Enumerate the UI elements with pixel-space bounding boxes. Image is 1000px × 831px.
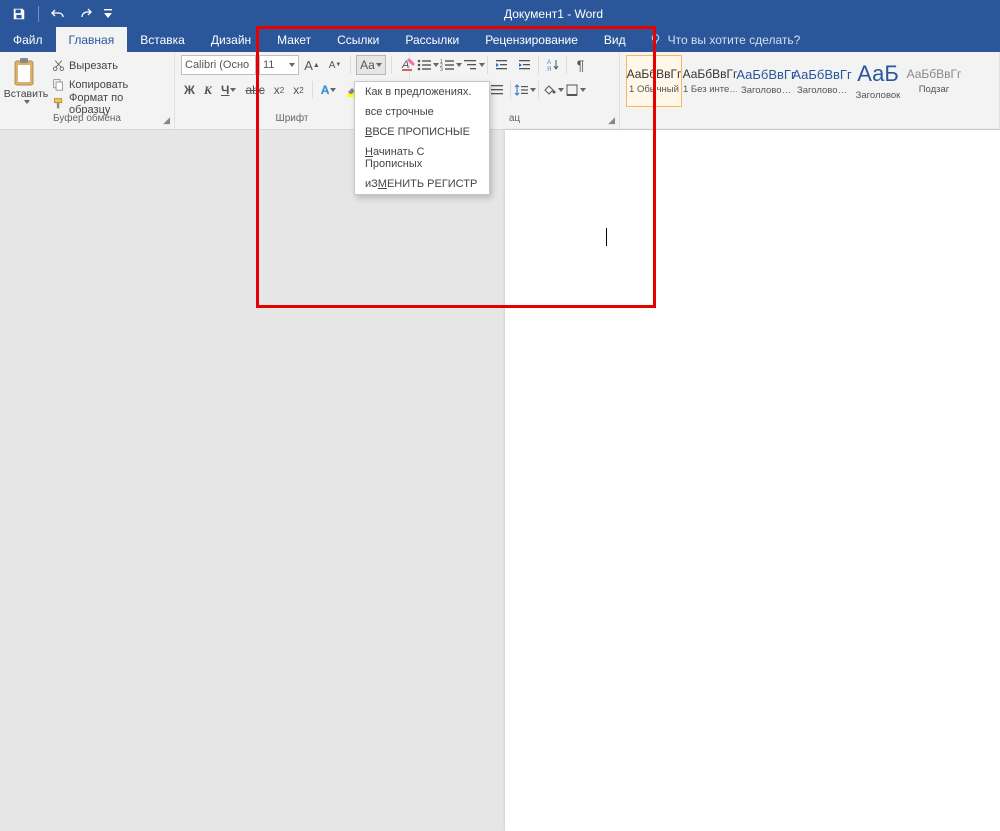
tab-mailings[interactable]: Рассылки — [392, 27, 472, 52]
paste-label: Вставить — [4, 88, 49, 100]
cut-label: Вырезать — [69, 60, 118, 72]
font-size-combo[interactable]: 11 — [259, 55, 299, 75]
style-normal[interactable]: АаБбВвГг1 Обычный — [626, 55, 682, 107]
grow-font-button[interactable]: A▲ — [302, 55, 322, 75]
separator — [566, 56, 567, 74]
tab-design[interactable]: Дизайн — [198, 27, 264, 52]
shading-button[interactable] — [541, 80, 564, 100]
document-title: Документ1 - Word — [115, 7, 1000, 21]
lightbulb-icon — [649, 33, 662, 46]
decrease-indent-button[interactable] — [490, 55, 513, 75]
shrink-font-button[interactable]: A▼ — [325, 55, 345, 75]
format-painter-label: Формат по образцу — [69, 92, 166, 116]
save-icon[interactable] — [6, 2, 32, 26]
tab-review[interactable]: Рецензирование — [472, 27, 591, 52]
style-title[interactable]: АаБЗаголовок — [850, 55, 906, 107]
bullets-button[interactable] — [416, 55, 439, 75]
cut-button[interactable]: Вырезать — [50, 57, 168, 74]
case-sentence[interactable]: Как в предложениях. — [355, 82, 489, 102]
paintbrush-icon — [52, 97, 65, 110]
multilevel-list-button[interactable] — [462, 55, 485, 75]
document-page[interactable] — [505, 130, 1000, 831]
scissors-icon — [52, 59, 65, 72]
separator — [487, 56, 488, 74]
sort-button[interactable]: AЯ — [541, 55, 564, 75]
clipboard-group-label: Буфер обмена — [53, 113, 121, 124]
bucket-icon — [542, 83, 557, 97]
document-background — [0, 130, 1000, 831]
superscript-button[interactable]: x2 — [290, 80, 306, 100]
separator — [510, 81, 511, 99]
font-group-label: Шрифт — [276, 113, 309, 124]
tab-home[interactable]: Главная — [56, 27, 128, 52]
copy-icon — [52, 78, 65, 91]
text-effects-button[interactable]: A — [318, 80, 340, 100]
italic-button[interactable]: К — [201, 80, 215, 100]
redo-icon[interactable] — [73, 2, 99, 26]
show-paragraph-marks-button[interactable]: ¶ — [569, 55, 592, 75]
style-subtitle[interactable]: АаБбВвГгПодзаг — [906, 55, 962, 107]
copy-button[interactable]: Копировать — [50, 76, 168, 93]
undo-icon[interactable] — [45, 2, 71, 26]
font-name-combo[interactable]: Calibri (Осно — [181, 55, 256, 75]
tab-layout[interactable]: Макет — [264, 27, 324, 52]
style-heading1[interactable]: АаБбВвГгЗаголово… — [738, 55, 794, 107]
borders-button[interactable] — [564, 80, 587, 100]
tell-me-search[interactable]: Что вы хотите сделать? — [639, 27, 801, 52]
qat-customize-icon[interactable] — [101, 2, 115, 26]
tab-file[interactable]: Файл — [0, 27, 56, 52]
svg-text:3: 3 — [440, 67, 443, 72]
separator — [538, 56, 539, 74]
case-lowercase[interactable]: все строчные — [355, 102, 489, 122]
subscript-button[interactable]: x2 — [271, 80, 287, 100]
paste-icon — [12, 57, 40, 87]
case-toggle[interactable]: иЗМЕНИТЬ РЕГИСТР — [355, 174, 489, 194]
tab-references[interactable]: Ссылки — [324, 27, 392, 52]
tab-view[interactable]: Вид — [591, 27, 639, 52]
tab-insert[interactable]: Вставка — [127, 27, 198, 52]
strikethrough-button[interactable]: abc — [242, 80, 267, 100]
style-no-spacing[interactable]: АаБбВвГг1 Без инте… — [682, 55, 738, 107]
svg-text:Я: Я — [547, 67, 551, 72]
copy-label: Копировать — [69, 79, 128, 91]
text-cursor — [606, 228, 607, 246]
change-case-button[interactable]: Aa — [356, 55, 386, 75]
paragraph-group-label: ац — [509, 113, 520, 124]
style-heading2[interactable]: АаБбВвГгЗаголово… — [794, 55, 850, 107]
paragraph-dialog-launcher[interactable]: ◢ — [608, 115, 615, 126]
qat-separator — [38, 6, 39, 22]
change-case-menu: Как в предложениях. все строчные ВВСЕ ПР… — [354, 81, 490, 195]
separator — [350, 56, 351, 74]
numbering-button[interactable]: 123 — [439, 55, 462, 75]
case-capitalize[interactable]: Начинать С Прописных — [355, 142, 489, 174]
underline-button[interactable]: Ч — [218, 80, 239, 100]
separator — [312, 81, 313, 99]
svg-text:A: A — [547, 60, 551, 66]
case-uppercase[interactable]: ВВСЕ ПРОПИСНЫЕ — [355, 122, 489, 142]
tell-me-placeholder: Что вы хотите сделать? — [668, 33, 801, 47]
chevron-down-icon — [24, 100, 30, 104]
separator — [391, 56, 392, 74]
line-spacing-button[interactable] — [513, 80, 536, 100]
clipboard-dialog-launcher[interactable]: ◢ — [163, 115, 170, 126]
increase-indent-button[interactable] — [513, 55, 536, 75]
paste-button[interactable]: Вставить — [6, 55, 46, 111]
separator — [538, 81, 539, 99]
format-painter-button[interactable]: Формат по образцу — [50, 95, 168, 112]
bold-button[interactable]: Ж — [181, 80, 198, 100]
